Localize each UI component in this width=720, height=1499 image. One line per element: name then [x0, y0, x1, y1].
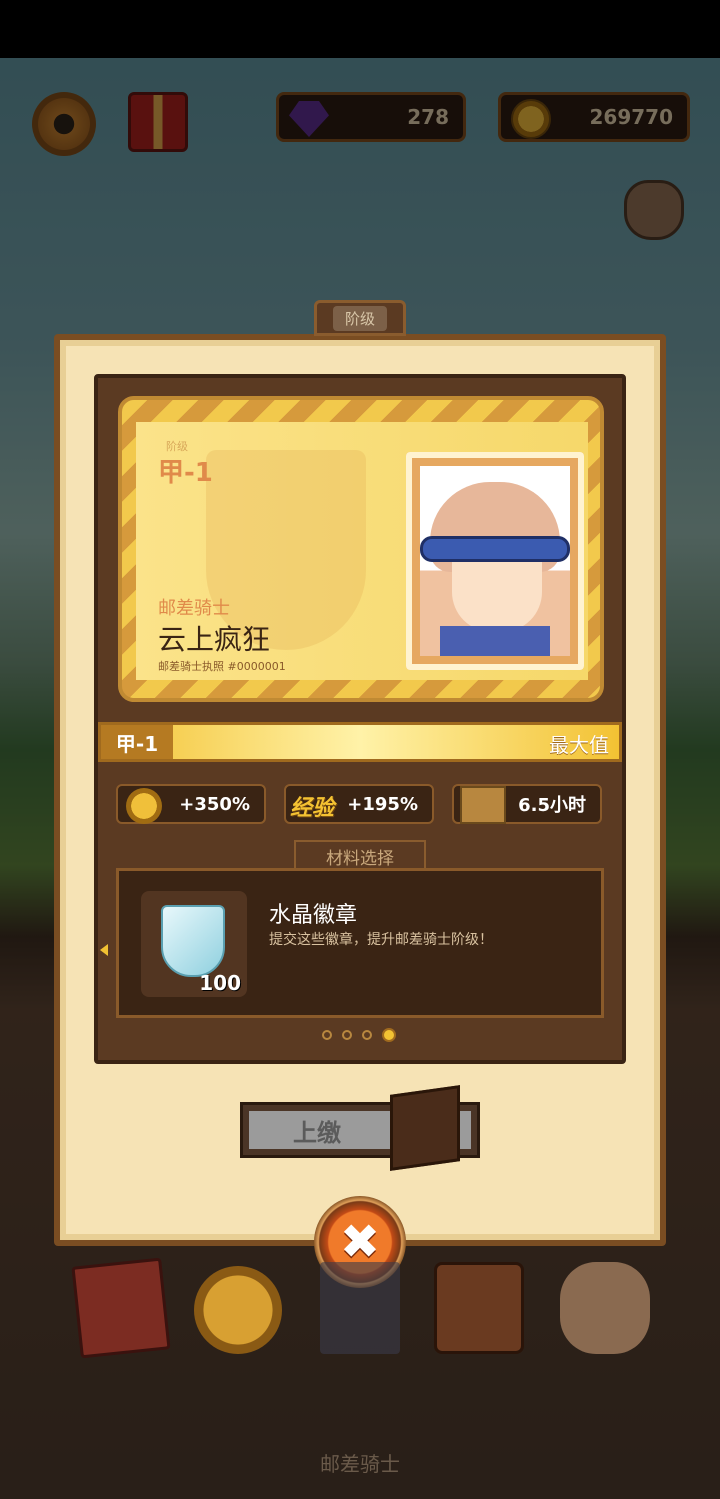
- status-bar: [0, 0, 720, 58]
- nav-loot-icon[interactable]: [560, 1262, 650, 1354]
- material-pagination: [322, 1028, 396, 1042]
- license-card: 阶级 甲-1 邮差骑士 云上疯狂 邮差骑士执照 #0000001: [118, 396, 604, 702]
- page-dot-3[interactable]: [362, 1030, 372, 1040]
- nav-active-label: 邮差骑士: [320, 1452, 400, 1476]
- job-title: 邮差骑士: [158, 598, 230, 619]
- exp-bonus-stat: 经验 +195%: [284, 784, 434, 824]
- exp-label-icon: 经验: [290, 796, 335, 821]
- character-visor: [420, 536, 570, 562]
- delivery-time-stat: 6.5小时: [452, 784, 602, 824]
- material-count: 100: [199, 971, 241, 995]
- material-slot[interactable]: 100: [141, 891, 247, 997]
- page-dot-4[interactable]: [382, 1028, 396, 1042]
- crate-icon: [460, 786, 506, 824]
- material-description: 提交这些徽章，提升邮差骑士阶级！: [269, 932, 493, 948]
- character-uniform: [440, 626, 550, 656]
- nav-book-icon[interactable]: [71, 1257, 171, 1359]
- page-dot-2[interactable]: [342, 1030, 352, 1040]
- previous-material-arrow-icon[interactable]: [100, 944, 108, 956]
- coin-icon: [126, 788, 162, 824]
- player-name: 云上疯狂: [158, 623, 271, 656]
- coin-bonus-stat: +350%: [116, 784, 266, 824]
- exp-bonus-value: +195%: [347, 793, 418, 815]
- coin-bonus-value: +350%: [179, 793, 250, 815]
- material-name: 水晶徽章: [269, 903, 358, 928]
- nav-card-icon[interactable]: [320, 1262, 400, 1354]
- delivery-time-value: 6.5小时: [518, 795, 586, 816]
- panel-title: 阶级: [332, 305, 387, 331]
- page-dot-1[interactable]: [322, 1030, 332, 1040]
- character-portrait: [420, 466, 570, 656]
- rank-progress-bar: 甲-1 最大值: [98, 722, 622, 762]
- progress-level: 甲-1: [101, 725, 173, 759]
- material-selector[interactable]: 100 水晶徽章 提交这些徽章，提升邮差骑士阶级！: [116, 868, 604, 1018]
- crystal-badge-icon: [161, 905, 225, 977]
- panel-title-tab: 阶级: [314, 300, 406, 336]
- license-number: 邮差骑士执照 #0000001: [158, 660, 286, 673]
- nav-bag-icon[interactable]: [434, 1262, 524, 1354]
- progress-status: 最大值: [549, 733, 609, 757]
- rank-value: 甲-1: [158, 458, 213, 488]
- portrait-stamp: [406, 452, 584, 670]
- material-select-tab: 材料选择: [294, 840, 426, 870]
- character-face: [452, 562, 542, 632]
- submit-box-icon: [390, 1085, 460, 1171]
- license-card-body: 阶级 甲-1 邮差骑士 云上疯狂 邮差骑士执照 #0000001: [136, 422, 588, 680]
- nav-coin-icon[interactable]: [194, 1266, 282, 1354]
